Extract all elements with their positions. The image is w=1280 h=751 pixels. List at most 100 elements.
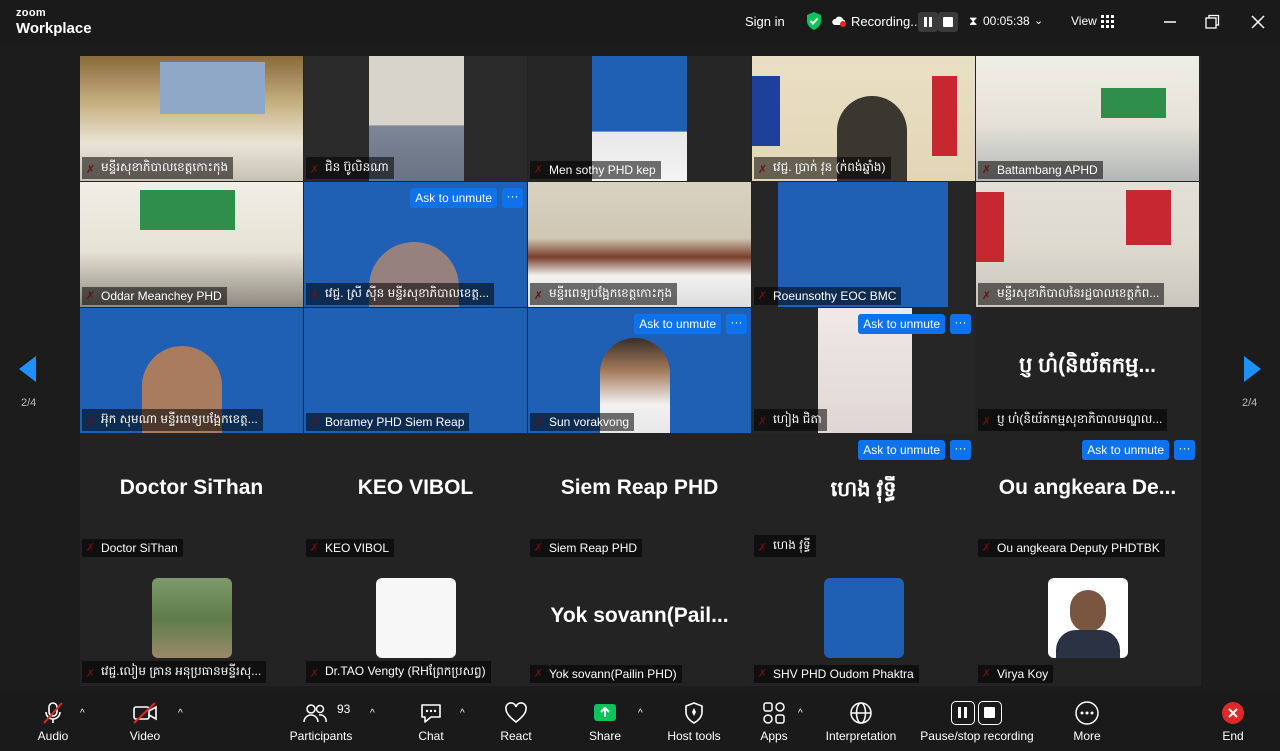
video-tile[interactable]: ✗ Boramey PHD Siem Reap <box>304 308 527 433</box>
participants-button[interactable]: 93 Participants <box>286 700 356 743</box>
close-icon[interactable] <box>1248 12 1268 32</box>
top-bar: zoom Workplace Sign in Recording... ⧗ 00… <box>0 0 1280 44</box>
participant-name: វេជ្ជ.លៀម គ្រាន អនុប្រធានមន្ទីរសុ... <box>82 661 267 683</box>
video-tile[interactable]: ✗ Dr.TAO Vengty (RHព្រែកប្រសព្វ) <box>304 560 527 685</box>
video-label: Video <box>129 729 161 743</box>
participant-name: Boramey PHD Siem Reap <box>306 413 470 431</box>
participant-name: SHV PHD Oudom Phaktra <box>754 665 919 683</box>
chat-options-chevron-icon[interactable]: ^ <box>460 708 465 719</box>
recording-status: Recording... <box>851 14 922 29</box>
video-tile[interactable]: ✗ Battambang APHD <box>976 56 1199 181</box>
video-tile[interactable]: ✗ Men sothy PHD kep <box>528 56 751 181</box>
video-tile[interactable]: ✗ មន្ទីរសុខាភិបាលនៃរដ្ឋបាលខេត្តកំព... <box>976 182 1199 307</box>
video-tile[interactable]: ហេង វុទ្ធី Ask to unmute ··· ✗ ហេង វុទ្ធ… <box>752 434 975 559</box>
video-tile[interactable]: Ask to unmute ··· ✗ ហៀង ជិតា <box>752 308 975 433</box>
video-tile[interactable]: ✗ វេជ្ជ. ប្រាក់ វុន (ក់ពង់ឆ្នាំង) <box>752 56 975 181</box>
video-options-chevron-icon[interactable]: ^ <box>178 708 183 719</box>
tile-more-button[interactable]: ··· <box>950 440 971 460</box>
participant-name: មន្ទីរសុខាភិបាលនៃរដ្ឋបាលខេត្តកំព... <box>978 283 1165 305</box>
tile-more-button[interactable]: ··· <box>1174 440 1195 460</box>
tile-more-button[interactable]: ··· <box>502 188 523 208</box>
participants-options-chevron-icon[interactable]: ^ <box>370 708 375 719</box>
page-indicator-right: 2/4 <box>1242 397 1258 409</box>
host-tools-button[interactable]: Host tools <box>664 700 724 743</box>
share-button[interactable]: Share <box>584 700 626 743</box>
end-icon <box>1222 702 1244 724</box>
shield-check-icon[interactable] <box>804 11 824 31</box>
ask-to-unmute-button[interactable]: Ask to unmute <box>1082 440 1169 460</box>
ask-to-unmute-button[interactable]: Ask to unmute <box>410 188 497 208</box>
participant-name: Doctor SiThan <box>82 539 183 557</box>
sign-in-link[interactable]: Sign in <box>745 14 785 29</box>
tile-more-button[interactable]: ··· <box>726 314 747 334</box>
video-tile[interactable]: ប្ញ ហ៎(និយ័តកម្ម... ✗ ប្ញ ហ៎(និយ័តកម្មសុ… <box>976 308 1199 433</box>
avatar <box>1047 578 1128 658</box>
video-tile[interactable]: ✗ ជិន ប៊ូលិនណា <box>304 56 527 181</box>
apps-icon <box>763 702 785 724</box>
pause-stop-recording-button[interactable]: Pause/stop recording <box>916 700 1038 743</box>
video-tile[interactable]: Yok sovann(Pail... ✗ Yok sovann(Pailin P… <box>528 560 751 685</box>
restore-icon[interactable] <box>1202 12 1222 32</box>
participant-name: Battambang APHD <box>978 161 1103 179</box>
end-meeting-button[interactable]: End <box>1212 700 1254 743</box>
video-tile[interactable]: ✗ Oddar Meanchey PHD <box>80 182 303 307</box>
participant-display-name: ហេង វុទ្ធី <box>830 478 897 501</box>
avatar <box>823 578 904 658</box>
audio-options-chevron-icon[interactable]: ^ <box>80 708 85 719</box>
meeting-timer: 00:05:38 <box>983 14 1030 28</box>
video-tile[interactable]: Ask to unmute ··· ✗ Sun vorakvong <box>528 308 751 433</box>
video-tile[interactable]: Ask to unmute ··· ✗ វេជ្ជ. ស្រី ស៊ីន មន្… <box>304 182 527 307</box>
participant-display-name: Yok sovann(Pail... <box>550 604 729 627</box>
video-tile[interactable]: ✗ SHV PHD Oudom Phaktra <box>752 560 975 685</box>
audio-button[interactable]: Audio <box>32 700 74 743</box>
participant-name: ហេង វុទ្ធី <box>754 535 816 557</box>
pause-recording-button[interactable] <box>918 12 938 32</box>
participant-name: Virya Koy <box>978 665 1054 683</box>
participant-display-name: ប្ញ ហ៎(និយ័តកម្ម... <box>1019 354 1156 377</box>
interpretation-label: Interpretation <box>825 729 897 743</box>
react-label: React <box>500 729 532 743</box>
more-button[interactable]: More <box>1066 700 1108 743</box>
tile-more-button[interactable]: ··· <box>950 314 971 334</box>
video-tile[interactable]: ✗ វេជ្ជ.លៀម គ្រាន អនុប្រធានមន្ទីរសុ... <box>80 560 303 685</box>
participant-name: Siem Reap PHD <box>530 539 643 557</box>
ask-to-unmute-button[interactable]: Ask to unmute <box>858 314 945 334</box>
video-tile[interactable]: Doctor SiThan ✗ Doctor SiThan <box>80 434 303 559</box>
previous-page-arrow-icon[interactable] <box>19 356 36 382</box>
minimize-icon[interactable] <box>1160 12 1180 32</box>
video-tile[interactable]: ✗ មន្ទីរសុខាភិបាលខេត្តកោះកុង <box>80 56 303 181</box>
react-button[interactable]: React <box>495 700 537 743</box>
chat-button[interactable]: Chat <box>410 700 452 743</box>
globe-icon <box>850 702 872 724</box>
video-tile[interactable]: ✗ Roeunsothy EOC BMC <box>752 182 975 307</box>
video-tile[interactable]: ✗ អ៊ុក សុមណា មន្ទីរពេទ្យបង្អែកខេត្ត... <box>80 308 303 433</box>
avatar <box>151 578 232 658</box>
video-tile[interactable]: Ou angkeara De... Ask to unmute ··· ✗ Ou… <box>976 434 1199 559</box>
video-tile[interactable]: ✗ មន្ទីរពេទ្យបង្អែកខេត្តកោះកុង <box>528 182 751 307</box>
video-button[interactable]: Video <box>124 700 166 743</box>
brand-top: zoom <box>16 7 46 19</box>
hourglass-icon: ⧗ <box>969 14 978 28</box>
view-button[interactable]: View <box>1071 14 1097 28</box>
video-tile[interactable]: ✗ Virya Koy <box>976 560 1199 685</box>
participant-display-name: Doctor SiThan <box>119 476 264 499</box>
share-options-chevron-icon[interactable]: ^ <box>638 708 643 719</box>
interpretation-button[interactable]: Interpretation <box>821 700 901 743</box>
next-page-arrow-icon[interactable] <box>1244 356 1261 382</box>
grid-view-icon[interactable] <box>1101 15 1114 28</box>
video-grid: ✗ មន្ទីរសុខាភិបាលខេត្តកោះកុង ✗ ជិន ប៊ូលិ… <box>80 56 1201 686</box>
chat-icon <box>421 704 441 723</box>
participants-count: 93 <box>337 702 351 716</box>
video-tile[interactable]: Siem Reap PHD ✗ Siem Reap PHD <box>528 434 751 559</box>
chevron-down-icon[interactable]: ⌄ <box>1034 14 1043 27</box>
ask-to-unmute-button[interactable]: Ask to unmute <box>634 314 721 334</box>
ask-to-unmute-button[interactable]: Ask to unmute <box>858 440 945 460</box>
apps-options-chevron-icon[interactable]: ^ <box>798 708 803 719</box>
video-tile[interactable]: KEO VIBOL ✗ KEO VIBOL <box>304 434 527 559</box>
participant-name: Roeunsothy EOC BMC <box>754 287 902 305</box>
apps-button[interactable]: Apps <box>753 700 795 743</box>
participant-display-name: Ou angkeara De... <box>998 476 1177 499</box>
participant-name: Men sothy PHD kep <box>530 161 661 179</box>
end-label: End <box>1222 729 1244 743</box>
stop-recording-button[interactable] <box>938 12 958 32</box>
